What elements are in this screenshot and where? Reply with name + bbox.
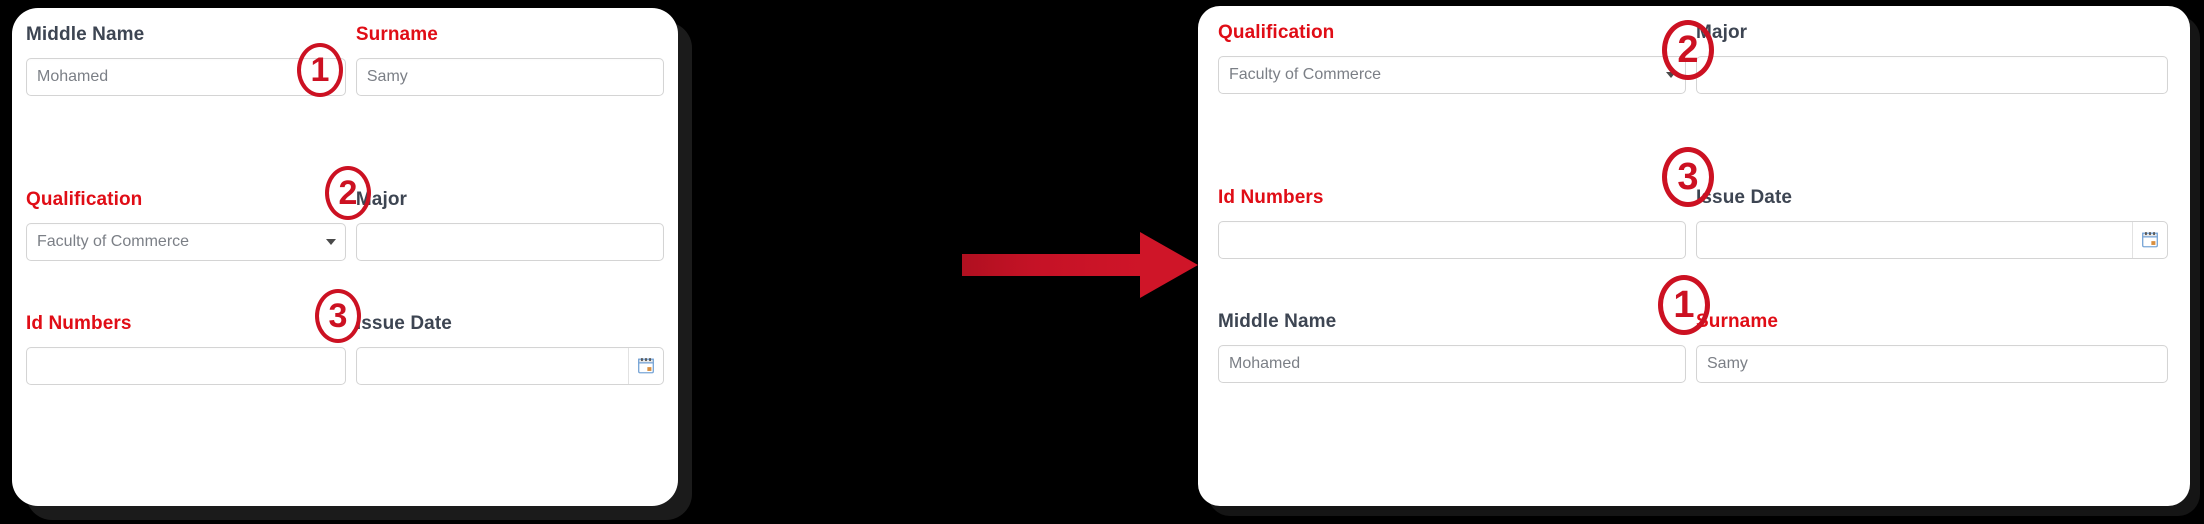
field-label-middle-name: Middle Name: [1218, 311, 1337, 332]
input-id-numbers[interactable]: [26, 347, 346, 385]
annotation-marker-3-after: 3: [1662, 147, 1714, 207]
field-label-major: Major: [1696, 22, 1748, 43]
input-middle-name[interactable]: Mohamed: [1218, 345, 1686, 383]
field-label-issue-date: Issue Date: [355, 313, 452, 334]
annotation-marker-2-after: 2: [1662, 20, 1714, 80]
before-form-panel: Middle Name Mohamed Surname Samy Qualifi…: [12, 8, 678, 506]
field-id-numbers: Id Numbers: [1218, 187, 1696, 264]
field-major: Major: [355, 189, 664, 266]
calendar-icon: [638, 358, 654, 374]
select-value-qualification: Faculty of Commerce: [37, 233, 190, 250]
field-qualification: Qualification Faculty of Commerce: [1218, 22, 1696, 140]
input-major[interactable]: [355, 223, 664, 261]
input-value-surname: Samy: [1707, 355, 1748, 372]
select-qualification[interactable]: Faculty of Commerce: [26, 223, 346, 261]
field-id-numbers: Id Numbers: [26, 313, 356, 390]
date-picker-button[interactable]: [628, 348, 663, 384]
field-label-id-numbers: Id Numbers: [26, 313, 132, 334]
select-value-qualification: Faculty of Commerce: [1229, 66, 1382, 83]
date-picker-button[interactable]: [2132, 222, 2167, 258]
screenshot-canvas: Middle Name Mohamed Surname Samy Qualifi…: [0, 0, 2204, 524]
arrow-head: [1140, 232, 1198, 298]
field-middle-name: Middle Name Mohamed: [1218, 311, 1696, 388]
input-id-numbers[interactable]: [1218, 221, 1686, 259]
select-qualification[interactable]: Faculty of Commerce: [1218, 56, 1686, 94]
field-label-qualification: Qualification: [1218, 22, 1335, 43]
field-label-major: Major: [355, 189, 408, 210]
calendar-icon: [2142, 232, 2158, 248]
annotation-marker-1-before: 1: [297, 43, 343, 97]
field-issue-date: Issue Date: [1696, 187, 2168, 264]
field-label-surname: Surname: [355, 24, 438, 45]
field-major: Major: [1696, 22, 2168, 140]
field-surname: Surname Samy: [355, 24, 664, 142]
input-value-middle-name: Mohamed: [37, 68, 109, 85]
field-label-middle-name: Middle Name: [26, 24, 145, 45]
arrow-shaft: [962, 254, 1147, 276]
annotation-marker-2-before: 2: [325, 166, 371, 220]
after-form: Qualification Faculty of Commerce Major: [1198, 6, 2190, 506]
input-issue-date[interactable]: [1696, 221, 2168, 259]
before-form: Middle Name Mohamed Surname Samy Qualifi…: [12, 8, 678, 506]
input-issue-date[interactable]: [355, 347, 664, 385]
field-label-id-numbers: Id Numbers: [1218, 187, 1324, 208]
field-qualification: Qualification Faculty of Commerce: [26, 189, 356, 266]
chevron-down-icon: [325, 239, 336, 245]
input-surname[interactable]: Samy: [355, 58, 664, 96]
transform-arrow: [962, 232, 1198, 298]
field-label-issue-date: Issue Date: [1696, 187, 1793, 208]
field-label-surname: Surname: [1696, 311, 1779, 332]
form-row: Middle Name Mohamed Surname Samy: [26, 24, 664, 142]
input-surname[interactable]: Samy: [1696, 345, 2168, 383]
field-surname: Surname Samy: [1696, 311, 2168, 388]
input-value-surname: Samy: [366, 68, 408, 85]
input-major[interactable]: [1696, 56, 2168, 94]
field-issue-date: Issue Date: [355, 313, 664, 390]
after-form-panel: Qualification Faculty of Commerce Major: [1198, 6, 2190, 506]
input-value-middle-name: Mohamed: [1229, 355, 1301, 372]
annotation-marker-3-before: 3: [315, 289, 361, 343]
field-label-qualification: Qualification: [26, 189, 143, 210]
annotation-marker-1-after: 1: [1658, 275, 1710, 335]
